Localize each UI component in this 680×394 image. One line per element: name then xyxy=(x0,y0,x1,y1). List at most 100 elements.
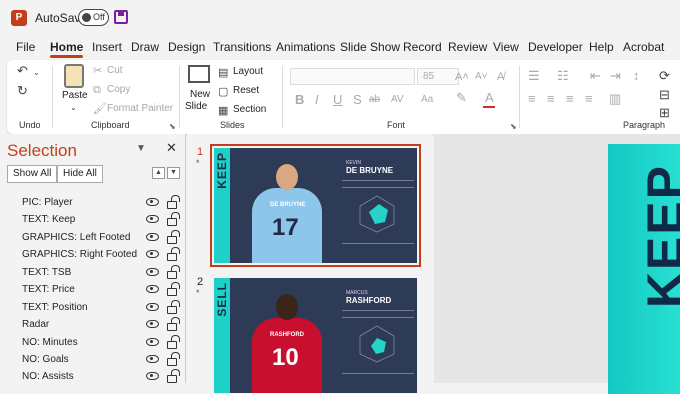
tab-transitions[interactable]: Transitions xyxy=(213,40,271,54)
highlight-color-icon[interactable]: ✎ xyxy=(456,91,467,105)
slide-canvas[interactable]: KEEP xyxy=(434,134,680,394)
visibility-eye-icon[interactable] xyxy=(146,285,159,293)
visibility-eye-icon[interactable] xyxy=(146,198,159,206)
list-item[interactable]: PIC: Player xyxy=(0,195,186,212)
paste-icon[interactable] xyxy=(64,64,84,88)
font-size-input[interactable]: 85 xyxy=(417,68,459,85)
tab-slide-show[interactable]: Slide Show xyxy=(340,40,400,54)
tab-help[interactable]: Help xyxy=(589,40,614,54)
clipboard-launcher-icon[interactable]: ⬊ xyxy=(169,122,176,131)
unlock-icon[interactable] xyxy=(167,317,180,331)
copy-icon[interactable]: ⧉ xyxy=(93,83,101,97)
numbering-icon[interactable]: ☷ xyxy=(557,69,569,83)
pane-options-icon[interactable]: ▼ xyxy=(136,143,146,154)
underline-icon[interactable]: U xyxy=(333,93,342,107)
columns-icon[interactable]: ▥ xyxy=(609,92,621,106)
layout-button[interactable]: Layout xyxy=(233,66,263,77)
shrink-font-icon[interactable]: A˅ xyxy=(475,70,488,84)
section-icon[interactable]: ▦ xyxy=(218,104,228,118)
new-slide-icon[interactable] xyxy=(188,65,210,83)
text-direction-icon[interactable]: ⟳ xyxy=(659,69,670,83)
list-item[interactable]: TEXT: Price xyxy=(0,282,186,299)
current-slide[interactable]: KEEP xyxy=(608,144,680,394)
format-painter-icon[interactable]: 🖌 xyxy=(93,102,107,116)
tab-animations[interactable]: Animations xyxy=(276,40,335,54)
character-spacing-icon[interactable]: AV xyxy=(391,93,404,107)
bring-forward-icon[interactable]: ▲ xyxy=(152,167,165,179)
tab-draw[interactable]: Draw xyxy=(131,40,159,54)
visibility-eye-icon[interactable] xyxy=(146,320,159,328)
unlock-icon[interactable] xyxy=(167,282,180,296)
smartart-icon[interactable]: ⊞ xyxy=(659,106,670,120)
italic-icon[interactable]: I xyxy=(315,93,319,107)
autosave-toggle[interactable]: Off xyxy=(78,9,109,26)
justify-icon[interactable]: ≡ xyxy=(585,92,593,106)
paste-dropdown-icon[interactable]: ⌄ xyxy=(70,101,77,115)
cut-icon[interactable]: ✂ xyxy=(93,64,102,78)
visibility-eye-icon[interactable] xyxy=(146,355,159,363)
visibility-eye-icon[interactable] xyxy=(146,268,159,276)
redo-icon[interactable]: ↻ xyxy=(17,84,28,98)
font-name-input[interactable] xyxy=(290,68,415,85)
strikethrough-icon[interactable]: ab xyxy=(369,93,380,107)
tab-acrobat[interactable]: Acrobat xyxy=(623,40,664,54)
bullets-icon[interactable]: ☰ xyxy=(528,69,540,83)
slide-side-text[interactable]: KEEP xyxy=(636,164,680,308)
tab-developer[interactable]: Developer xyxy=(528,40,583,54)
line-spacing-icon[interactable]: ↕ xyxy=(633,69,640,83)
unlock-icon[interactable] xyxy=(167,352,180,366)
unlock-icon[interactable] xyxy=(167,300,180,314)
show-all-button[interactable]: Show All xyxy=(7,165,58,183)
unlock-icon[interactable] xyxy=(167,230,180,244)
unlock-icon[interactable] xyxy=(167,195,180,209)
save-icon[interactable] xyxy=(114,10,128,24)
undo-icon[interactable]: ↶ xyxy=(17,64,28,78)
tab-home[interactable]: Home xyxy=(50,40,84,58)
decrease-indent-icon[interactable]: ⇤ xyxy=(590,69,601,83)
tab-insert[interactable]: Insert xyxy=(92,40,122,54)
list-item[interactable]: NO: Assists xyxy=(0,369,186,386)
close-icon[interactable]: ✕ xyxy=(166,140,177,156)
tab-file[interactable]: File xyxy=(16,40,35,54)
visibility-eye-icon[interactable] xyxy=(146,250,159,258)
tab-view[interactable]: View xyxy=(493,40,519,54)
align-center-icon[interactable]: ≡ xyxy=(547,92,555,106)
unlock-icon[interactable] xyxy=(167,212,180,226)
visibility-eye-icon[interactable] xyxy=(146,338,159,346)
undo-dropdown-icon[interactable]: ⌄ xyxy=(33,66,40,80)
unlock-icon[interactable] xyxy=(167,247,180,261)
tab-review[interactable]: Review xyxy=(448,40,487,54)
layout-icon[interactable]: ▤ xyxy=(218,66,228,80)
clear-formatting-icon[interactable]: A̸ xyxy=(497,70,504,84)
change-case-icon[interactable]: Aa xyxy=(421,93,433,107)
section-button[interactable]: Section xyxy=(233,104,266,115)
list-item[interactable]: NO: Goals xyxy=(0,352,186,369)
align-text-icon[interactable]: ⊟ xyxy=(659,88,670,102)
bold-icon[interactable]: B xyxy=(295,93,304,107)
font-color-icon[interactable]: A xyxy=(485,91,494,105)
list-item[interactable]: TEXT: Position xyxy=(0,300,186,317)
unlock-icon[interactable] xyxy=(167,369,180,383)
list-item[interactable]: GRAPHICS: Right Footed xyxy=(0,247,186,264)
font-launcher-icon[interactable]: ⬊ xyxy=(510,122,517,131)
grow-font-icon[interactable]: A˄ xyxy=(455,70,469,84)
cut-button[interactable]: Cut xyxy=(107,65,123,76)
list-item[interactable]: TEXT: TSB xyxy=(0,265,186,282)
new-slide-label-2[interactable]: Slide xyxy=(185,101,207,112)
list-item[interactable]: GRAPHICS: Left Footed xyxy=(0,230,186,247)
hide-all-button[interactable]: Hide All xyxy=(57,165,103,183)
copy-button[interactable]: Copy xyxy=(107,84,130,95)
shadow-icon[interactable]: S xyxy=(353,93,362,107)
visibility-eye-icon[interactable] xyxy=(146,303,159,311)
list-item[interactable]: TEXT: Keep xyxy=(0,212,186,229)
increase-indent-icon[interactable]: ⇥ xyxy=(610,69,621,83)
send-backward-icon[interactable]: ▼ xyxy=(167,167,180,179)
unlock-icon[interactable] xyxy=(167,265,180,279)
visibility-eye-icon[interactable] xyxy=(146,233,159,241)
tab-design[interactable]: Design xyxy=(168,40,205,54)
visibility-eye-icon[interactable] xyxy=(146,215,159,223)
format-painter-button[interactable]: Format Painter xyxy=(107,103,173,114)
list-item[interactable]: Radar xyxy=(0,317,186,334)
align-left-icon[interactable]: ≡ xyxy=(528,92,536,106)
visibility-eye-icon[interactable] xyxy=(146,372,159,380)
